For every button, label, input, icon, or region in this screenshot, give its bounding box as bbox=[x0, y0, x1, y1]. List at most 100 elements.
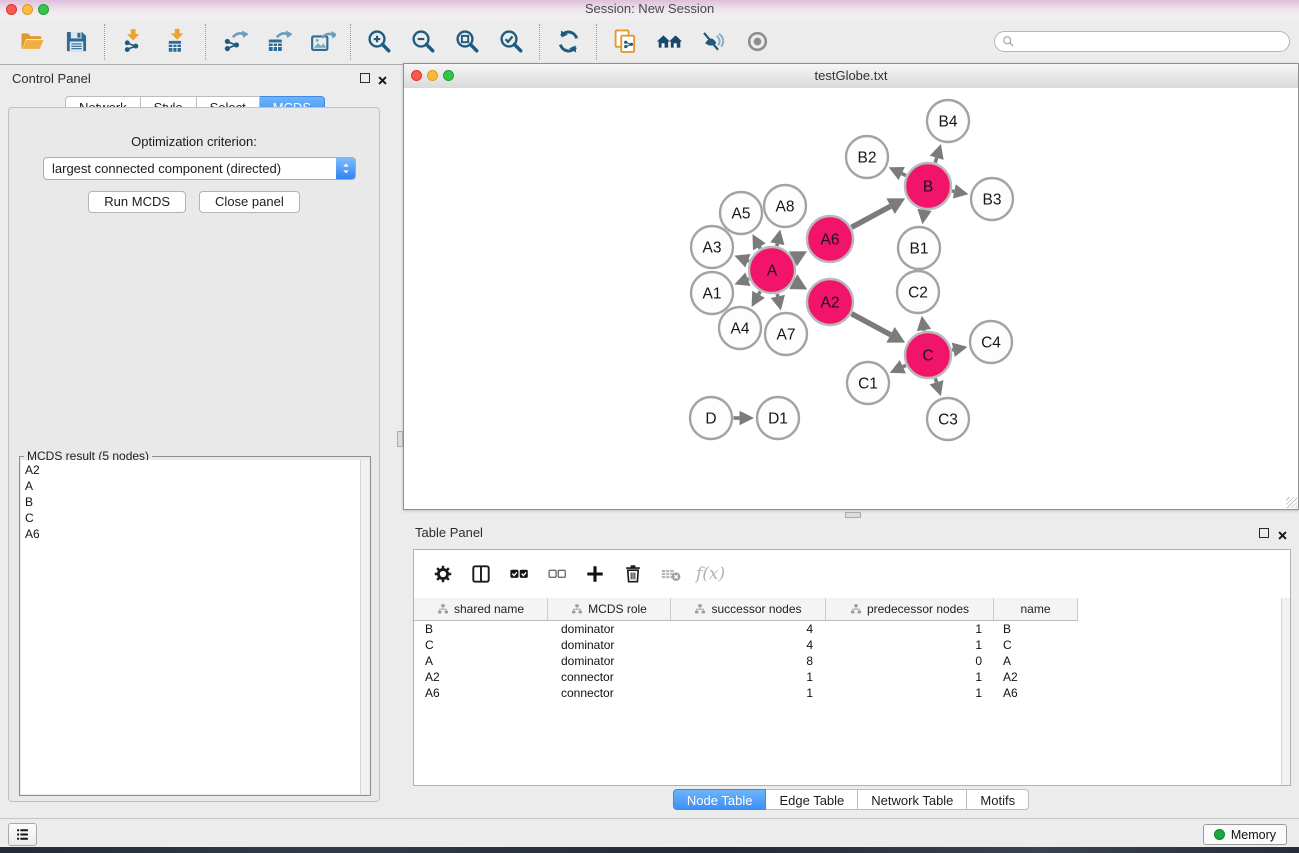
memory-button[interactable]: Memory bbox=[1203, 824, 1287, 845]
search-input[interactable] bbox=[994, 31, 1290, 52]
zoom-out-button[interactable] bbox=[401, 22, 445, 62]
import-table-icon bbox=[164, 28, 191, 55]
select-all-button[interactable] bbox=[500, 557, 538, 591]
desktop-background bbox=[0, 847, 1299, 853]
delete-row-button[interactable] bbox=[614, 557, 652, 591]
table-cell: 1 bbox=[671, 670, 826, 684]
result-item[interactable]: A2 bbox=[21, 462, 361, 478]
graph-node-C4[interactable]: C4 bbox=[970, 321, 1012, 363]
svg-text:C: C bbox=[922, 348, 933, 365]
svg-text:A: A bbox=[767, 263, 778, 280]
deselect-all-button[interactable] bbox=[538, 557, 576, 591]
horizontal-splitter-handle[interactable] bbox=[845, 512, 861, 518]
tab-edge-table[interactable]: Edge Table bbox=[766, 789, 858, 810]
zoom-in-button[interactable] bbox=[357, 22, 401, 62]
table-scrollbar[interactable] bbox=[1281, 598, 1290, 785]
run-mcds-button[interactable]: Run MCDS bbox=[88, 191, 186, 213]
network-canvas[interactable]: A A1 A2 A3 A4 A5 A6 A7 A8 B B1 B2 B3B4 C C1 C2 C3 C4 D D1 bbox=[404, 88, 1298, 509]
add-row-button[interactable] bbox=[576, 557, 614, 591]
open-file-icon bbox=[19, 28, 46, 55]
graph-node-B3[interactable]: B3 bbox=[971, 178, 1013, 220]
function-builder-icon[interactable]: f(x) bbox=[696, 564, 725, 584]
graph-node-B[interactable]: B bbox=[905, 163, 951, 209]
svg-text:C3: C3 bbox=[938, 412, 958, 429]
hide-graphics-details-button[interactable] bbox=[691, 22, 735, 62]
select-all-icon bbox=[508, 563, 530, 585]
result-item[interactable]: A6 bbox=[21, 526, 361, 542]
control-panel-close-icon[interactable] bbox=[377, 73, 388, 84]
optimization-select[interactable]: largest connected component (directed) bbox=[43, 157, 356, 180]
graph-node-A[interactable]: A bbox=[749, 247, 795, 293]
resize-handle[interactable] bbox=[1286, 497, 1297, 508]
graph-node-A4[interactable]: A4 bbox=[719, 307, 761, 349]
graph-node-D[interactable]: D bbox=[690, 397, 732, 439]
optimization-select-value: largest connected component (directed) bbox=[44, 161, 336, 176]
table-row[interactable]: A6connector11A6 bbox=[414, 685, 1282, 701]
zoom-selected-button[interactable] bbox=[489, 22, 533, 62]
titlebar: Session: New Session bbox=[0, 0, 1299, 20]
graph-node-A5[interactable]: A5 bbox=[720, 192, 762, 234]
svg-text:A6: A6 bbox=[821, 232, 840, 249]
result-item[interactable]: C bbox=[21, 510, 361, 526]
graph-node-A8[interactable]: A8 bbox=[764, 185, 806, 227]
tab-motifs[interactable]: Motifs bbox=[967, 789, 1029, 810]
export-network-button[interactable] bbox=[212, 22, 256, 62]
export-table-button[interactable] bbox=[256, 22, 300, 62]
graph-node-C1[interactable]: C1 bbox=[847, 362, 889, 404]
show-graphics-details-button[interactable] bbox=[735, 22, 779, 62]
graph-node-C3[interactable]: C3 bbox=[927, 398, 969, 440]
toolbar-group bbox=[4, 24, 104, 60]
vertical-splitter-handle[interactable] bbox=[397, 431, 403, 447]
result-item[interactable]: B bbox=[21, 494, 361, 510]
save-session-button[interactable] bbox=[54, 22, 98, 62]
graph-node-C[interactable]: C bbox=[905, 332, 951, 378]
graph-node-A7[interactable]: A7 bbox=[765, 313, 807, 355]
graph-node-A3[interactable]: A3 bbox=[691, 226, 733, 268]
graph-node-B2[interactable]: B2 bbox=[846, 136, 888, 178]
table-row[interactable]: Adominator80A bbox=[414, 653, 1282, 669]
zoom-fit-button[interactable] bbox=[445, 22, 489, 62]
table-panel-float-icon[interactable] bbox=[1259, 528, 1269, 538]
graph-node-A2[interactable]: A2 bbox=[807, 279, 853, 325]
table-row[interactable]: A2connector11A2 bbox=[414, 669, 1282, 685]
column-header-mcds-role[interactable]: MCDS role bbox=[548, 598, 671, 620]
table-cell: 1 bbox=[826, 686, 994, 700]
import-network-button[interactable] bbox=[111, 22, 155, 62]
column-header-shared-name[interactable]: shared name bbox=[414, 598, 548, 620]
graph-node-D1[interactable]: D1 bbox=[757, 397, 799, 439]
graph-node-A6[interactable]: A6 bbox=[807, 216, 853, 262]
tab-network-table[interactable]: Network Table bbox=[858, 789, 967, 810]
result-item[interactable]: A bbox=[21, 478, 361, 494]
graph-node-C2[interactable]: C2 bbox=[897, 271, 939, 313]
graph-node-A1[interactable]: A1 bbox=[691, 272, 733, 314]
result-scrollbar[interactable] bbox=[360, 460, 369, 794]
refresh-view-button[interactable] bbox=[546, 22, 590, 62]
svg-text:A4: A4 bbox=[731, 321, 750, 338]
delete-table-button[interactable] bbox=[652, 557, 690, 591]
column-header-successor-nodes[interactable]: successor nodes bbox=[671, 598, 826, 620]
column-header-name[interactable]: name bbox=[994, 598, 1078, 620]
tab-node-table[interactable]: Node Table bbox=[673, 789, 767, 810]
table-settings-button[interactable] bbox=[424, 557, 462, 591]
table-row[interactable]: Cdominator41C bbox=[414, 637, 1282, 653]
export-image-button[interactable] bbox=[300, 22, 344, 62]
table-cell: 4 bbox=[671, 638, 826, 652]
zoom-fit-icon bbox=[454, 28, 481, 55]
table-tabs: Node TableEdge TableNetwork TableMotifs bbox=[403, 789, 1299, 810]
split-panel-button[interactable] bbox=[462, 557, 500, 591]
column-header-predecessor-nodes[interactable]: predecessor nodes bbox=[826, 598, 994, 620]
import-table-button[interactable] bbox=[155, 22, 199, 62]
home-layout-button[interactable] bbox=[647, 22, 691, 62]
table-panel-close-icon[interactable] bbox=[1277, 528, 1288, 539]
open-file-button[interactable] bbox=[10, 22, 54, 62]
graph-node-B1[interactable]: B1 bbox=[898, 227, 940, 269]
duplicate-network-button[interactable] bbox=[603, 22, 647, 62]
table-row[interactable]: Bdominator41B bbox=[414, 621, 1282, 637]
column-namespace-icon bbox=[437, 603, 449, 615]
table-cell: 0 bbox=[826, 654, 994, 668]
control-panel-float-icon[interactable] bbox=[360, 73, 370, 83]
close-panel-button[interactable]: Close panel bbox=[199, 191, 300, 213]
task-history-button[interactable] bbox=[8, 823, 37, 846]
add-row-icon bbox=[584, 563, 606, 585]
graph-node-B4[interactable]: B4 bbox=[927, 100, 969, 142]
